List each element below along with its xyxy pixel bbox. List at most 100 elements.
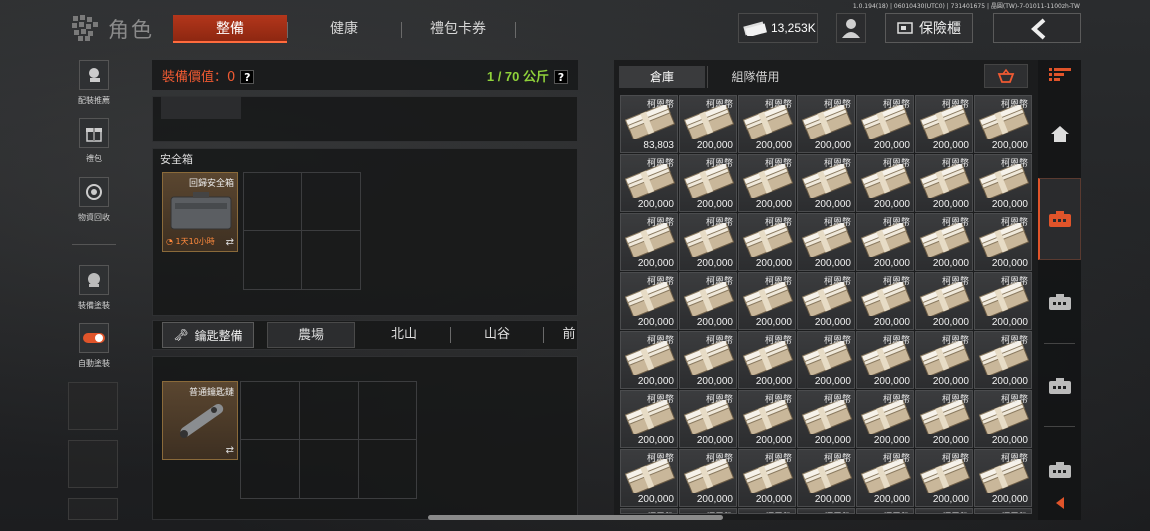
storage-item-cell[interactable]: 柯恩幣 200,000 <box>797 213 855 271</box>
storage-item-cell[interactable]: 柯恩幣 200,000 <box>679 213 737 271</box>
storage-item-cell[interactable]: 柯恩幣 <box>974 508 1032 514</box>
tab-team-borrow[interactable]: 組隊借用 <box>707 66 803 88</box>
currency-display[interactable]: 13,253K <box>738 13 818 43</box>
keychain-grid-cell[interactable] <box>358 381 417 440</box>
storage-item-cell[interactable]: 柯恩幣 200,000 <box>679 449 737 507</box>
key-tab-farm[interactable]: 農場 <box>267 322 355 348</box>
storage-item-cell[interactable]: 柯恩幣 200,000 <box>856 331 914 389</box>
sidebar-loadout[interactable]: 配裝推薦 <box>72 60 116 106</box>
safebox-grid-cell[interactable] <box>243 230 302 290</box>
keychain-item[interactable]: 普通鑰匙鏈 ⇄ <box>162 381 238 460</box>
swap-icon[interactable]: ⇄ <box>226 237 234 248</box>
storage-item-cell[interactable]: 柯恩幣 <box>620 508 678 514</box>
equipment-slot[interactable] <box>161 97 241 119</box>
storage-item-cell[interactable]: 柯恩幣 200,000 <box>679 95 737 153</box>
sidebar-auto-paint[interactable]: 自動塗裝 <box>72 323 116 369</box>
storage-item-cell[interactable]: 柯恩幣 <box>856 508 914 514</box>
storage-item-cell[interactable]: 柯恩幣 200,000 <box>915 154 973 212</box>
storage-item-cell[interactable]: 柯恩幣 200,000 <box>856 213 914 271</box>
storage-item-cell[interactable]: 柯恩幣 200,000 <box>620 331 678 389</box>
storage-item-cell[interactable]: 柯恩幣 200,000 <box>974 154 1032 212</box>
storage-item-cell[interactable]: 柯恩幣 200,000 <box>620 272 678 330</box>
storage-item-cell[interactable]: 柯恩幣 200,000 <box>620 390 678 448</box>
value-help-button[interactable]: ? <box>240 69 255 84</box>
storage-item-cell[interactable]: 柯恩幣 200,000 <box>915 213 973 271</box>
storage-item-cell[interactable]: 柯恩幣 <box>738 508 796 514</box>
tab-gift-coupons[interactable]: 禮包卡券 <box>401 15 515 43</box>
storage-item-cell[interactable]: 柯恩幣 200,000 <box>738 213 796 271</box>
keychain-grid-cell[interactable] <box>358 439 417 499</box>
storage-item-cell[interactable]: 柯恩幣 200,000 <box>620 449 678 507</box>
storage-item-cell[interactable]: 柯恩幣 200,000 <box>974 390 1032 448</box>
storage-item-cell[interactable]: 柯恩幣 200,000 <box>738 449 796 507</box>
safe-button[interactable]: 保險櫃 <box>885 13 973 43</box>
storage-item-cell[interactable]: 柯恩幣 200,000 <box>915 272 973 330</box>
storage-item-cell[interactable]: 柯恩幣 200,000 <box>620 213 678 271</box>
storage-item-cell[interactable]: 柯恩幣 200,000 <box>679 154 737 212</box>
keychain-grid-cell[interactable] <box>240 381 300 440</box>
storage-item-cell[interactable]: 柯恩幣 83,803 <box>620 95 678 153</box>
storage-item-cell[interactable]: 柯恩幣 200,000 <box>915 331 973 389</box>
safebox-grid-cell[interactable] <box>243 172 302 231</box>
storage-item-cell[interactable]: 柯恩幣 200,000 <box>738 331 796 389</box>
keychain-grid-cell[interactable] <box>299 381 359 440</box>
storage-item-cell[interactable]: 柯恩幣 200,000 <box>797 272 855 330</box>
menu-list-button[interactable] <box>1038 60 1081 90</box>
storage-item-cell[interactable]: 柯恩幣 200,000 <box>797 390 855 448</box>
storage-item-cell[interactable]: 柯恩幣 200,000 <box>738 272 796 330</box>
storage-item-cell[interactable]: 柯恩幣 200,000 <box>974 331 1032 389</box>
key-tab-north-mountain[interactable]: 北山 <box>360 322 448 348</box>
storage-item-cell[interactable]: 柯恩幣 200,000 <box>797 449 855 507</box>
key-tab-valley[interactable]: 山谷 <box>453 322 541 348</box>
storage-item-cell[interactable]: 柯恩幣 <box>679 508 737 514</box>
storage-item-cell[interactable]: 柯恩幣 200,000 <box>738 95 796 153</box>
storage-item-cell[interactable]: 柯恩幣 200,000 <box>856 154 914 212</box>
storage-item-cell[interactable]: 柯恩幣 200,000 <box>797 331 855 389</box>
sidebar-gift[interactable]: 禮包 <box>72 118 116 164</box>
storage-item-cell[interactable]: 柯恩幣 <box>797 508 855 514</box>
storage-item-cell[interactable]: 柯恩幣 200,000 <box>620 154 678 212</box>
storage-box-button[interactable] <box>1038 280 1081 324</box>
storage-item-cell[interactable]: 柯恩幣 <box>915 508 973 514</box>
storage-item-cell[interactable]: 柯恩幣 200,000 <box>974 272 1032 330</box>
storage-item-cell[interactable]: 柯恩幣 200,000 <box>915 95 973 153</box>
storage-item-cell[interactable]: 柯恩幣 200,000 <box>915 390 973 448</box>
safebox-item[interactable]: 回歸安全箱 ◔ 1天10小時 ⇄ <box>162 172 238 252</box>
tab-equipment[interactable]: 整備 <box>173 15 287 43</box>
storage-item-cell[interactable]: 柯恩幣 200,000 <box>974 449 1032 507</box>
storage-item-cell[interactable]: 柯恩幣 200,000 <box>974 95 1032 153</box>
storage-item-cell[interactable]: 柯恩幣 200,000 <box>915 449 973 507</box>
operator-button[interactable] <box>836 13 866 43</box>
key-setup-button[interactable]: 🗝 鑰匙整備 <box>162 322 254 348</box>
toggle-icon[interactable] <box>79 323 109 353</box>
key-tab-front[interactable]: 前 <box>560 322 578 348</box>
sort-button[interactable] <box>984 64 1028 88</box>
storage-item-cell[interactable]: 柯恩幣 200,000 <box>856 95 914 153</box>
safebox-grid-cell[interactable] <box>301 230 361 290</box>
back-button[interactable] <box>993 13 1081 43</box>
storage-item-cell[interactable]: 柯恩幣 200,000 <box>974 213 1032 271</box>
storage-item-cell[interactable]: 柯恩幣 200,000 <box>856 449 914 507</box>
home-button[interactable] <box>1038 112 1081 156</box>
swap-icon[interactable]: ⇄ <box>226 445 234 456</box>
storage-item-cell[interactable]: 柯恩幣 200,000 <box>856 390 914 448</box>
storage-box-button-active[interactable] <box>1038 178 1081 260</box>
storage-item-cell[interactable]: 柯恩幣 200,000 <box>738 154 796 212</box>
storage-item-cell[interactable]: 柯恩幣 200,000 <box>738 390 796 448</box>
storage-item-cell[interactable]: 柯恩幣 200,000 <box>679 331 737 389</box>
storage-item-cell[interactable]: 柯恩幣 200,000 <box>679 272 737 330</box>
storage-item-cell[interactable]: 柯恩幣 200,000 <box>797 154 855 212</box>
sidebar-recycle[interactable]: 物資回收 <box>72 177 116 223</box>
sidebar-paint[interactable]: 裝備塗裝 <box>72 265 116 311</box>
storage-box-button[interactable] <box>1038 448 1081 492</box>
weight-help-button[interactable]: ? <box>554 69 568 84</box>
tab-health[interactable]: 健康 <box>287 15 401 43</box>
storage-item-cell[interactable]: 柯恩幣 200,000 <box>797 95 855 153</box>
keychain-grid-cell[interactable] <box>240 439 300 499</box>
collapse-button[interactable] <box>1038 492 1081 514</box>
storage-item-cell[interactable]: 柯恩幣 200,000 <box>679 390 737 448</box>
keychain-grid-cell[interactable] <box>299 439 359 499</box>
storage-item-cell[interactable]: 柯恩幣 200,000 <box>856 272 914 330</box>
tab-warehouse[interactable]: 倉庫 <box>619 66 705 88</box>
storage-box-button[interactable] <box>1038 364 1081 408</box>
